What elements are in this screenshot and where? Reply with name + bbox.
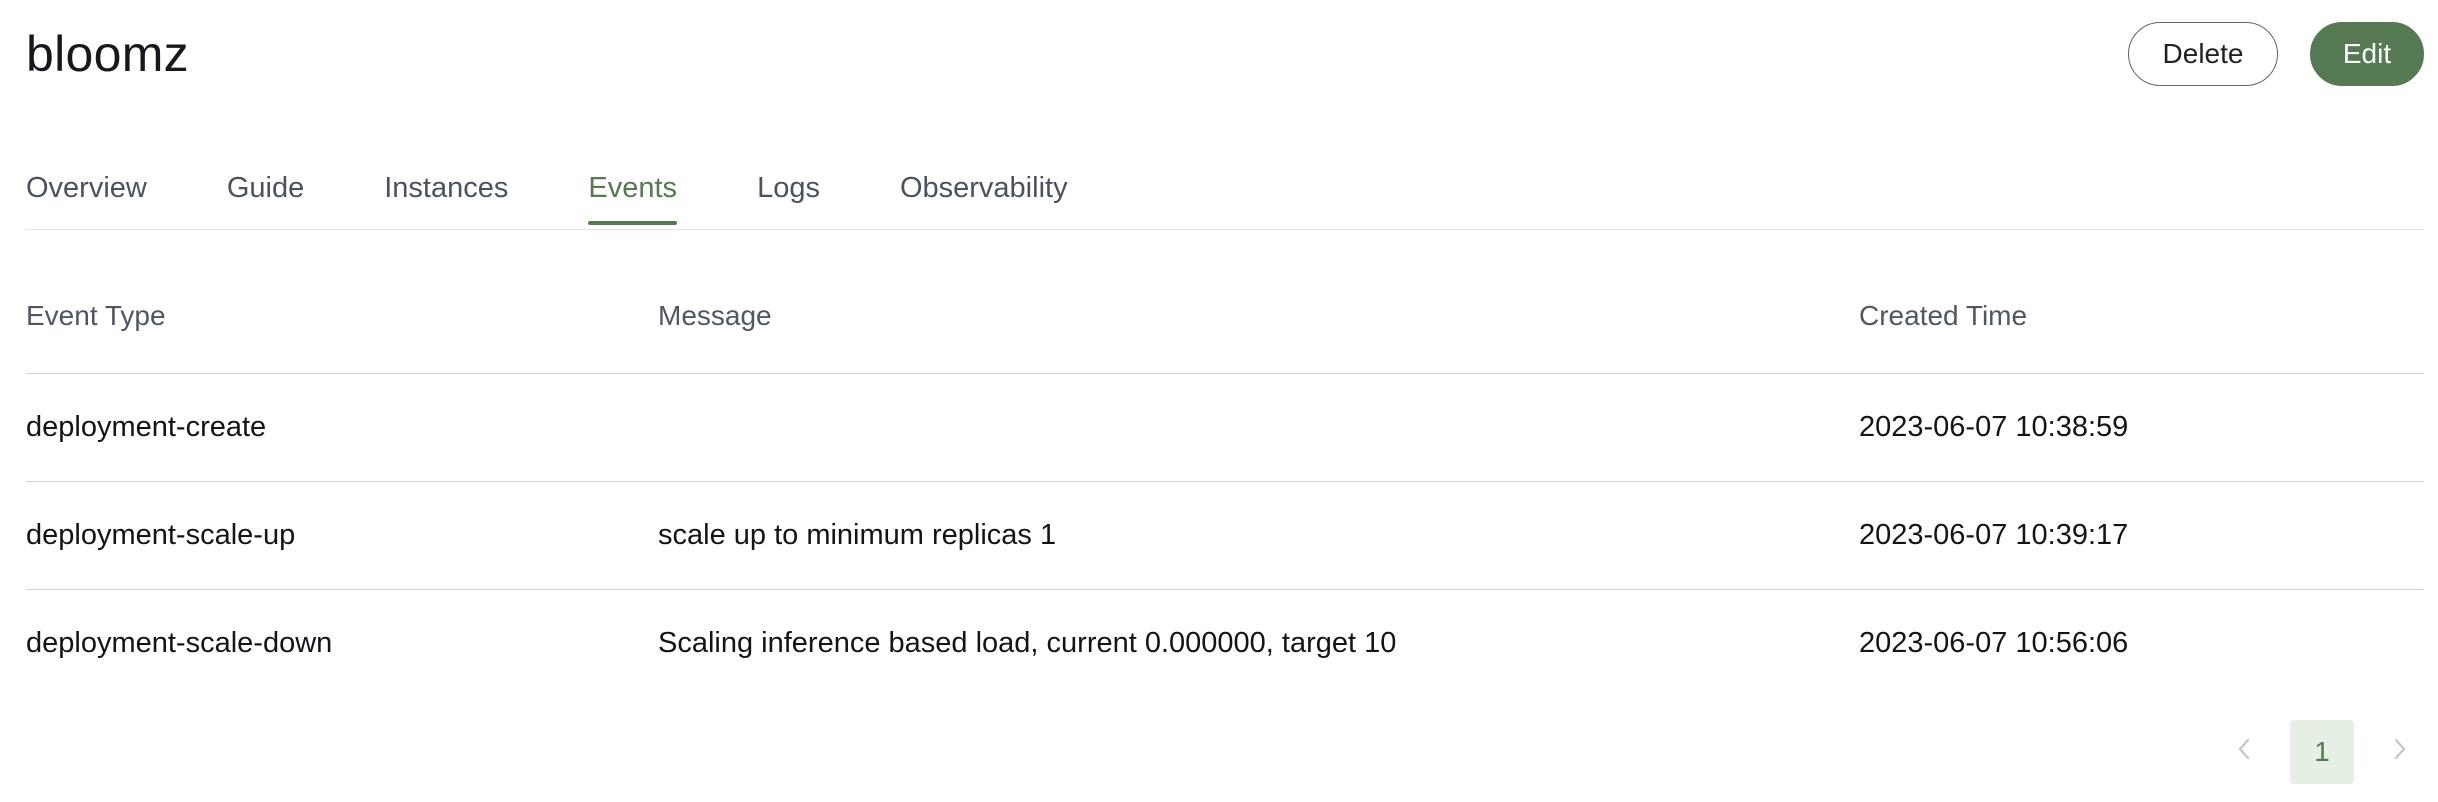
tab-events[interactable]: Events (588, 172, 677, 225)
next-page-button[interactable] (2376, 720, 2424, 784)
tab-bar: Overview Guide Instances Events Logs Obs… (26, 108, 2424, 230)
event-type-cell: deployment-create (26, 411, 267, 443)
tab-instances[interactable]: Instances (384, 172, 508, 223)
message-cell: Scaling inference based load, current 0.… (658, 627, 1397, 659)
chevron-left-icon (2236, 737, 2252, 768)
edit-button[interactable]: Edit (2310, 22, 2424, 86)
deployment-events-page: bloomz Delete Edit Overview Guide Instan… (0, 0, 2438, 802)
events-table: Event Type Message Created Time deployme… (26, 282, 2424, 698)
delete-button[interactable]: Delete (2128, 22, 2278, 86)
created-time-cell: 2023-06-07 10:39:17 (1859, 519, 2129, 551)
created-time-cell: 2023-06-07 10:38:59 (1859, 411, 2129, 443)
page-header: bloomz Delete Edit (26, 0, 2424, 108)
column-header-created-time: Created Time (1859, 300, 2028, 331)
tab-observability[interactable]: Observability (900, 172, 1068, 223)
message-cell: scale up to minimum replicas 1 (658, 519, 1057, 551)
header-actions: Delete Edit (2128, 22, 2424, 86)
tab-list: Overview Guide Instances Events Logs Obs… (26, 172, 1148, 225)
previous-page-button[interactable] (2220, 720, 2268, 784)
pagination: 1 (2220, 720, 2424, 784)
table-header: Event Type Message Created Time (26, 282, 2424, 374)
created-time-cell: 2023-06-07 10:56:06 (1859, 627, 2129, 659)
column-header-message: Message (658, 300, 772, 331)
event-type-cell: deployment-scale-up (26, 519, 296, 551)
tab-overview[interactable]: Overview (26, 172, 147, 223)
table-row: deployment-scale-down Scaling inference … (26, 590, 2424, 698)
table-row: deployment-scale-up scale up to minimum … (26, 482, 2424, 590)
column-header-event-type: Event Type (26, 300, 166, 331)
event-type-cell: deployment-scale-down (26, 627, 333, 659)
page-number-button[interactable]: 1 (2290, 720, 2354, 784)
chevron-right-icon (2392, 737, 2408, 768)
tab-logs[interactable]: Logs (757, 172, 820, 223)
table-row: deployment-create 2023-06-07 10:38:59 (26, 374, 2424, 482)
page-title: bloomz (26, 26, 189, 82)
tab-guide[interactable]: Guide (227, 172, 304, 223)
